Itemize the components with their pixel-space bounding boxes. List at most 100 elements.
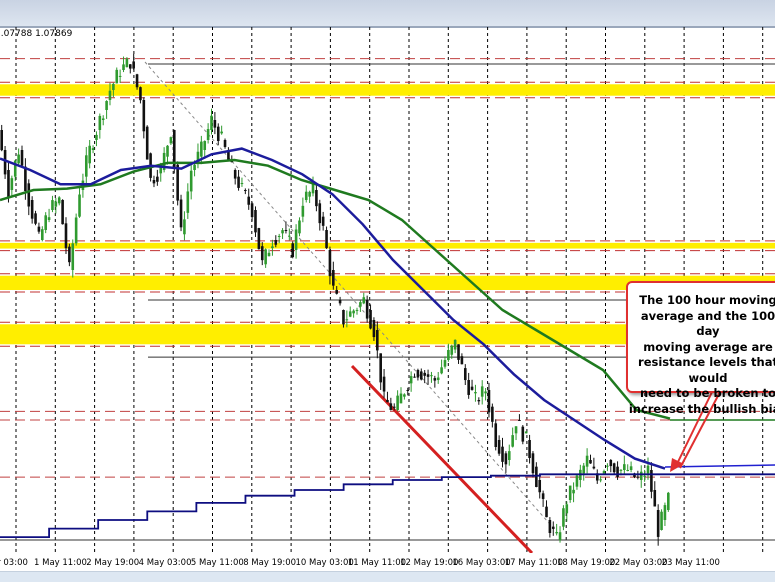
candle bbox=[101, 118, 105, 120]
x-tick-label: 17 May 11:00 bbox=[504, 558, 563, 568]
candle bbox=[487, 390, 491, 413]
candle bbox=[321, 216, 325, 226]
candle bbox=[379, 353, 382, 383]
candle bbox=[112, 83, 115, 90]
x-tick-label: 10 May 03:00 bbox=[295, 558, 354, 568]
candle bbox=[183, 219, 186, 235]
candle bbox=[156, 176, 159, 182]
candle bbox=[338, 300, 342, 304]
candle bbox=[189, 170, 193, 192]
diagonal-channel-line bbox=[144, 61, 556, 531]
candle bbox=[497, 440, 501, 454]
candle bbox=[399, 393, 403, 404]
x-tick-label: 23 May 11:00 bbox=[661, 558, 720, 568]
x-tick-label: 11 May 11:00 bbox=[347, 558, 407, 568]
candle bbox=[335, 290, 338, 294]
candle bbox=[57, 197, 61, 204]
candle bbox=[403, 394, 406, 397]
candle bbox=[10, 178, 14, 190]
x-tick-label: 8 May 19:00 bbox=[243, 558, 297, 568]
candle bbox=[210, 115, 213, 130]
candle bbox=[98, 115, 102, 130]
candle bbox=[504, 453, 508, 465]
candle bbox=[599, 479, 602, 481]
candle bbox=[30, 200, 34, 219]
support-resistance-zone bbox=[0, 242, 775, 249]
candle bbox=[667, 492, 670, 510]
candle bbox=[511, 435, 514, 447]
candle bbox=[562, 508, 565, 527]
candle bbox=[389, 403, 393, 410]
candle bbox=[650, 470, 653, 492]
candle bbox=[369, 310, 372, 329]
price-chart[interactable] bbox=[0, 0, 775, 553]
candle bbox=[325, 230, 328, 249]
candle bbox=[443, 360, 447, 367]
candle bbox=[409, 376, 413, 384]
candle bbox=[152, 180, 156, 184]
x-tick-label: 4 May 03:00 bbox=[138, 558, 192, 568]
candle bbox=[68, 246, 71, 263]
candle bbox=[501, 446, 504, 462]
candle bbox=[386, 400, 389, 403]
candle bbox=[88, 145, 91, 164]
candle bbox=[122, 64, 125, 70]
x-tick-label: 22 May 03:00 bbox=[609, 558, 668, 568]
candle bbox=[413, 376, 416, 378]
candle bbox=[257, 228, 261, 250]
candle bbox=[352, 310, 355, 314]
candle bbox=[629, 466, 633, 470]
candle bbox=[237, 176, 240, 188]
candle bbox=[78, 194, 81, 217]
candle bbox=[440, 367, 443, 374]
annotation-text: The 100 hour moving average and the 100 … bbox=[628, 293, 775, 416]
candle bbox=[301, 205, 305, 217]
candle bbox=[250, 203, 254, 218]
candle bbox=[602, 471, 606, 474]
candle bbox=[169, 137, 173, 144]
candle bbox=[453, 339, 457, 350]
candle bbox=[355, 309, 359, 311]
candle bbox=[491, 406, 494, 422]
candle bbox=[480, 386, 484, 397]
candle bbox=[308, 191, 311, 197]
candle bbox=[135, 74, 139, 88]
candle bbox=[95, 134, 98, 140]
candle bbox=[646, 465, 650, 474]
candle bbox=[17, 154, 20, 164]
candle bbox=[463, 368, 467, 381]
candle bbox=[20, 150, 24, 166]
candle bbox=[430, 375, 433, 377]
candle bbox=[626, 469, 630, 471]
candle bbox=[396, 395, 399, 410]
candle bbox=[27, 183, 31, 207]
candle bbox=[128, 64, 132, 69]
candle bbox=[84, 155, 88, 177]
candle bbox=[521, 426, 525, 442]
candle bbox=[585, 455, 589, 467]
candle bbox=[277, 235, 281, 237]
candle bbox=[220, 131, 223, 134]
candle bbox=[139, 87, 142, 101]
candle bbox=[288, 235, 291, 237]
candle bbox=[545, 506, 548, 518]
x-tick-label: 18 May 19:00 bbox=[557, 558, 616, 568]
candle bbox=[551, 526, 555, 529]
candle bbox=[460, 356, 464, 365]
x-tick-label: 5 May 11:00 bbox=[190, 558, 244, 568]
x-axis: or 03:00 1 May 11:002 May 19:004 May 03:0… bbox=[0, 553, 775, 571]
candle bbox=[47, 217, 51, 220]
candle bbox=[132, 61, 135, 69]
candle bbox=[582, 465, 586, 474]
ma-100-hour-line bbox=[0, 147, 666, 470]
candle bbox=[416, 370, 420, 378]
candle bbox=[342, 310, 345, 325]
candle bbox=[304, 191, 308, 200]
support-resistance-zone bbox=[0, 84, 775, 96]
candle bbox=[535, 466, 538, 487]
candle bbox=[362, 297, 366, 304]
candle bbox=[392, 406, 396, 408]
candle bbox=[663, 505, 667, 520]
candle bbox=[34, 213, 37, 224]
candle bbox=[145, 126, 149, 160]
